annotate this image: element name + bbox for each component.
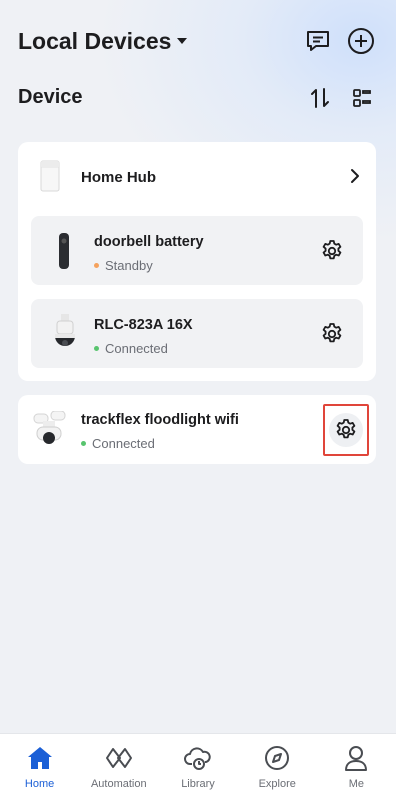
tab-label: Automation bbox=[90, 778, 147, 790]
bottom-tab-bar: Home Automation Library Explore Me bbox=[0, 733, 396, 800]
hub-device-image bbox=[40, 160, 60, 192]
status-text: Connected bbox=[105, 341, 168, 356]
hub-card: Home Hub doorbell battery Standby RLC-82… bbox=[18, 142, 376, 381]
location-selector[interactable]: Local Devices bbox=[18, 26, 188, 56]
device-status: Connected bbox=[81, 436, 155, 451]
device-status: Connected bbox=[94, 341, 168, 356]
hub-name: Home Hub bbox=[81, 169, 156, 186]
sort-icon[interactable] bbox=[308, 86, 332, 110]
tab-library[interactable]: Library bbox=[158, 734, 237, 800]
section-title: Device bbox=[18, 86, 83, 108]
floodlight-camera-image bbox=[33, 411, 66, 444]
tab-label: Library bbox=[181, 778, 215, 790]
tab-label: Me bbox=[348, 778, 365, 790]
device-status: Standby bbox=[94, 258, 153, 273]
status-dot bbox=[94, 263, 99, 268]
tab-automation[interactable]: Automation bbox=[79, 734, 158, 800]
highlight-box bbox=[323, 404, 369, 456]
settings-gear-icon[interactable] bbox=[320, 239, 344, 263]
compass-icon bbox=[263, 744, 291, 772]
automation-icon bbox=[105, 744, 133, 772]
page-title: Local Devices bbox=[18, 27, 172, 54]
tab-me[interactable]: Me bbox=[317, 734, 396, 800]
caret-down-icon bbox=[177, 38, 188, 44]
layout-grid-icon[interactable] bbox=[350, 86, 374, 110]
tab-label: Home bbox=[24, 778, 55, 790]
person-icon bbox=[342, 744, 370, 772]
tab-explore[interactable]: Explore bbox=[238, 734, 317, 800]
tab-label: Explore bbox=[258, 778, 296, 790]
tab-home[interactable]: Home bbox=[0, 734, 79, 800]
status-dot bbox=[81, 441, 86, 446]
status-text: Standby bbox=[105, 258, 153, 273]
doorbell-image bbox=[59, 233, 69, 269]
device-name: RLC-823A 16X bbox=[94, 317, 193, 333]
settings-gear-icon[interactable] bbox=[320, 322, 344, 346]
hub-row[interactable]: Home Hub bbox=[18, 142, 376, 212]
status-text: Connected bbox=[92, 436, 155, 451]
device-card-rlc-823a[interactable]: RLC-823A 16X Connected bbox=[31, 299, 363, 368]
device-name: trackflex floodlight wifi bbox=[81, 412, 239, 428]
status-dot bbox=[94, 346, 99, 351]
ptz-camera-image bbox=[55, 314, 75, 346]
add-device-icon[interactable] bbox=[347, 27, 375, 55]
chevron-right-icon bbox=[351, 169, 359, 183]
home-icon bbox=[26, 744, 54, 772]
device-card-doorbell[interactable]: doorbell battery Standby bbox=[31, 216, 363, 285]
message-icon[interactable] bbox=[304, 27, 332, 55]
device-name: doorbell battery bbox=[94, 234, 204, 250]
cloud-library-icon bbox=[184, 744, 212, 772]
